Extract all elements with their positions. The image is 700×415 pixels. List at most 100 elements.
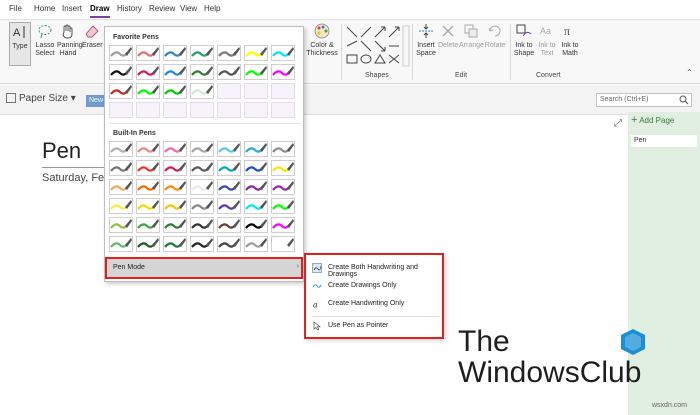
empty-pen-slot[interactable] <box>109 102 133 118</box>
pen-swatch[interactable] <box>109 83 133 99</box>
pen-swatch[interactable] <box>109 45 133 61</box>
insert-space-button[interactable]: Insert Space <box>415 22 437 58</box>
pen-swatch[interactable] <box>109 64 133 80</box>
pen-swatch[interactable] <box>217 160 241 176</box>
create-both-option[interactable]: Create Both Handwriting and Drawings <box>310 261 442 278</box>
pen-swatch[interactable] <box>271 179 295 195</box>
ink-to-shape-button[interactable]: Ink to Shape <box>513 22 535 58</box>
empty-pen-slot[interactable] <box>163 102 187 118</box>
pen-swatch[interactable] <box>136 198 160 214</box>
pen-swatch[interactable] <box>136 45 160 61</box>
tab-insert[interactable]: Insert <box>62 4 82 13</box>
ink-to-math-button[interactable]: π Ink to Math <box>560 22 580 58</box>
pen-swatch[interactable] <box>244 179 268 195</box>
pen-swatch[interactable] <box>190 179 214 195</box>
pen-swatch[interactable] <box>109 160 133 176</box>
create-handwriting-option[interactable]: a Create Handwriting Only <box>310 297 442 312</box>
pen-swatch[interactable] <box>271 217 295 233</box>
tab-history[interactable]: History <box>117 4 142 13</box>
panning-hand-button[interactable]: Panning Hand <box>57 22 83 58</box>
pen-swatch[interactable] <box>109 217 133 233</box>
empty-pen-slot[interactable] <box>190 102 214 118</box>
pen-swatch[interactable] <box>190 83 214 99</box>
pen-swatch[interactable] <box>163 45 187 61</box>
pen-swatch[interactable] <box>136 83 160 99</box>
lasso-select-button[interactable]: Lasso Select <box>33 22 57 58</box>
empty-pen-slot[interactable] <box>136 102 160 118</box>
pen-mode-menu-item[interactable]: Pen Mode › <box>105 257 303 279</box>
pen-swatch[interactable] <box>109 179 133 195</box>
empty-pen-slot[interactable] <box>244 83 268 99</box>
pen-swatch[interactable] <box>190 160 214 176</box>
pen-swatch[interactable] <box>163 64 187 80</box>
shapes-gallery[interactable] <box>344 24 410 68</box>
pen-swatch[interactable] <box>190 141 214 157</box>
tab-view[interactable]: View <box>180 4 197 13</box>
pen-swatch[interactable] <box>163 217 187 233</box>
tab-review[interactable]: Review <box>149 4 175 13</box>
pen-swatch[interactable] <box>271 64 295 80</box>
type-tool-button[interactable]: A Type <box>9 22 31 66</box>
expand-icon[interactable]: ⤢ <box>614 118 622 129</box>
pen-swatch[interactable] <box>190 45 214 61</box>
pen-swatch[interactable] <box>190 198 214 214</box>
pen-swatch[interactable] <box>271 198 295 214</box>
pen-swatch[interactable] <box>109 236 133 252</box>
pen-swatch[interactable] <box>244 64 268 80</box>
ink-to-text-button[interactable]: Aa Ink to Text <box>537 22 557 58</box>
pen-swatch[interactable] <box>163 160 187 176</box>
pen-swatch[interactable] <box>217 198 241 214</box>
pen-swatch[interactable] <box>136 217 160 233</box>
empty-pen-slot[interactable] <box>271 83 295 99</box>
pen-swatch[interactable] <box>271 160 295 176</box>
paper-size-dropdown[interactable]: Paper Size ▾ <box>6 93 76 104</box>
delete-button[interactable]: Delete <box>438 22 458 50</box>
arrange-button[interactable]: Arrange <box>459 22 484 50</box>
pen-swatch[interactable] <box>163 179 187 195</box>
pen-swatch[interactable] <box>109 141 133 157</box>
tab-draw[interactable]: Draw <box>90 4 110 18</box>
pen-swatch[interactable] <box>109 198 133 214</box>
pen-swatch[interactable] <box>244 198 268 214</box>
pen-swatch[interactable] <box>217 64 241 80</box>
empty-pen-slot[interactable] <box>244 102 268 118</box>
pen-swatch[interactable] <box>163 141 187 157</box>
page-list-item[interactable]: Pen <box>631 135 697 147</box>
color-thickness-button[interactable]: Color & Thickness <box>306 22 338 58</box>
pen-swatch[interactable] <box>244 160 268 176</box>
empty-pen-slot[interactable] <box>271 102 295 118</box>
pen-swatch[interactable] <box>271 141 295 157</box>
pen-swatch[interactable] <box>271 236 295 252</box>
pen-swatch[interactable] <box>217 217 241 233</box>
collapse-ribbon-icon[interactable]: ⌃ <box>686 68 693 77</box>
pen-swatch[interactable] <box>136 179 160 195</box>
pen-swatch[interactable] <box>217 179 241 195</box>
pen-swatch[interactable] <box>136 236 160 252</box>
pen-swatch[interactable] <box>190 217 214 233</box>
pen-swatch[interactable] <box>163 83 187 99</box>
pen-swatch[interactable] <box>190 236 214 252</box>
pen-swatch[interactable] <box>244 236 268 252</box>
eraser-button[interactable]: Eraser <box>82 22 103 50</box>
empty-pen-slot[interactable] <box>217 83 241 99</box>
pen-swatch[interactable] <box>217 141 241 157</box>
pen-swatch[interactable] <box>136 64 160 80</box>
pen-swatch[interactable] <box>163 236 187 252</box>
add-page-button[interactable]: + Add Page <box>631 114 674 126</box>
pen-swatch[interactable] <box>136 160 160 176</box>
pen-swatch[interactable] <box>244 217 268 233</box>
pen-swatch[interactable] <box>217 236 241 252</box>
pen-swatch[interactable] <box>271 45 295 61</box>
search-icon[interactable] <box>679 95 689 105</box>
rotate-button[interactable]: Rotate <box>484 22 506 50</box>
empty-pen-slot[interactable] <box>217 102 241 118</box>
pen-swatch[interactable] <box>217 45 241 61</box>
pen-swatch[interactable] <box>136 141 160 157</box>
pen-swatch[interactable] <box>244 45 268 61</box>
tab-help[interactable]: Help <box>204 4 220 13</box>
tab-home[interactable]: Home <box>34 4 55 13</box>
use-pen-as-pointer-option[interactable]: Use Pen as Pointer <box>310 319 442 334</box>
search-input[interactable]: Search (Ctrl+E) <box>596 93 692 107</box>
pen-swatch[interactable] <box>163 198 187 214</box>
page-title[interactable]: Pen <box>42 138 81 164</box>
